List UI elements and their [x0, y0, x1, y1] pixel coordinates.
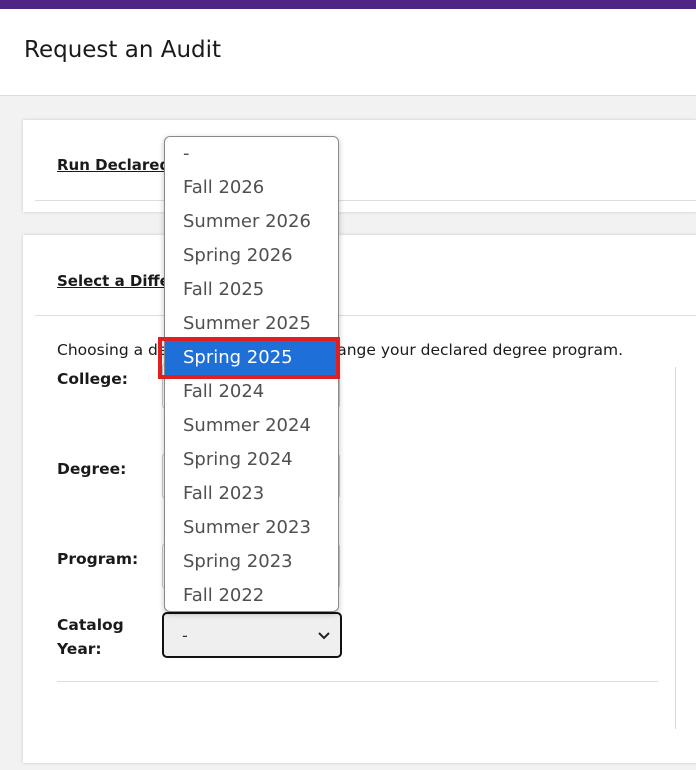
- option-summer-2024[interactable]: Summer 2024: [165, 409, 338, 443]
- different-program-card: Select a Differ: [23, 235, 696, 763]
- run-declared-link[interactable]: Run Declared: [57, 156, 170, 174]
- option-fall-2025[interactable]: Fall 2025: [165, 273, 338, 307]
- option-spring-2023[interactable]: Spring 2023: [165, 545, 338, 579]
- option-spring-2025[interactable]: Spring 2025: [165, 341, 338, 375]
- info-text-start: Choosing a de: [57, 341, 168, 359]
- option-summer-2026[interactable]: Summer 2026: [165, 205, 338, 239]
- catalog-label-line2: Year:: [57, 640, 102, 658]
- option-spring-2026[interactable]: Spring 2026: [165, 239, 338, 273]
- brand-bar: [0, 0, 696, 9]
- option-fall-2023[interactable]: Fall 2023: [165, 477, 338, 511]
- select-different-link[interactable]: Select a Differ: [57, 272, 177, 290]
- page-title: Request an Audit: [24, 37, 222, 63]
- page-header: Request an Audit: [0, 9, 696, 96]
- option-blank[interactable]: -: [165, 137, 338, 171]
- option-fall-2022[interactable]: Fall 2022: [165, 579, 338, 611]
- info-text: Choosing a de ot change your declared deg…: [57, 341, 623, 359]
- option-spring-2024[interactable]: Spring 2024: [165, 443, 338, 477]
- catalog-year-value: -: [182, 626, 188, 645]
- panel-divider: [675, 367, 676, 729]
- option-fall-2026[interactable]: Fall 2026: [165, 171, 338, 205]
- catalog-label-line1: Catalog: [57, 616, 124, 634]
- info-text-end: ot change your declared degree program.: [298, 341, 623, 359]
- divider: [35, 315, 696, 316]
- catalog-year-label: Catalog Year:: [57, 613, 124, 661]
- option-summer-2025[interactable]: Summer 2025: [165, 307, 338, 341]
- catalog-year-dropdown: - Fall 2026 Summer 2026 Spring 2026 Fall…: [164, 136, 339, 612]
- degree-label: Degree:: [57, 460, 127, 478]
- option-fall-2024[interactable]: Fall 2024: [165, 375, 338, 409]
- catalog-year-select[interactable]: -: [162, 612, 342, 658]
- run-declared-card: Run Declared: [23, 120, 696, 212]
- option-summer-2023[interactable]: Summer 2023: [165, 511, 338, 545]
- divider: [57, 681, 658, 682]
- divider: [35, 200, 696, 201]
- chevron-down-icon: [317, 627, 331, 646]
- college-label: College:: [57, 370, 128, 388]
- program-label: Program:: [57, 550, 139, 568]
